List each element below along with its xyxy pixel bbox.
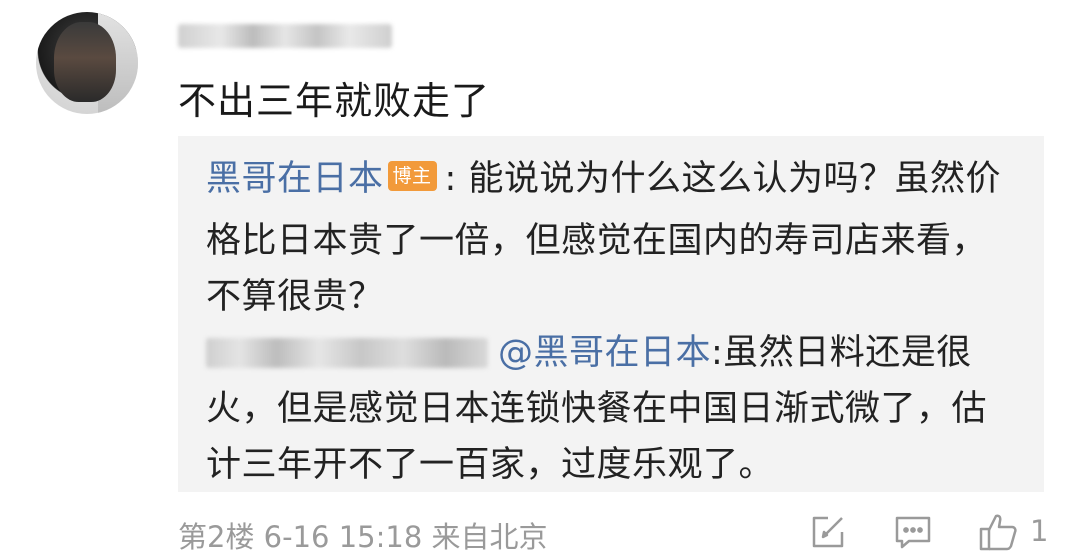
reply-line-1: 黑哥在日本 博主: 能说说为什么这么认为吗？虽然价: [206, 150, 1001, 201]
reply-text-part: : 能说说为什么这么认为吗？虽然价: [444, 159, 1001, 199]
comment-date: 6-16 15:18: [263, 520, 423, 554]
reply-line-4: @黑哥在日本:虽然日料还是很: [206, 324, 972, 375]
user-avatar[interactable]: [36, 12, 138, 114]
reply-line-2: 格比日本贵了一倍，但感觉在国内的寿司店来看，: [206, 221, 988, 261]
like-count: 1: [1030, 514, 1049, 548]
comment-meta: 第2楼 6-16 15:18 来自北京: [178, 514, 548, 556]
reply-line-3: 不算很贵？: [206, 277, 384, 317]
reply-thread: 黑哥在日本 博主: 能说说为什么这么认为吗？虽然价 格比日本贵了一倍，但感觉在国内…: [178, 136, 1044, 492]
floor-number: 第2楼: [178, 520, 255, 554]
reply-line-5: 火，但是感觉日本连锁快餐在中国日渐式微了，估: [206, 389, 988, 429]
comment-text: 不出三年就败走了: [178, 79, 491, 123]
mention-link[interactable]: @黑哥在日本: [498, 333, 711, 373]
reply-line-6: 计三年开不了一百家，过度乐观了。: [206, 445, 775, 485]
blogger-badge: 博主: [387, 161, 437, 191]
reply-author-link[interactable]: 黑哥在日本: [206, 159, 384, 199]
second-username-blurred[interactable]: [206, 338, 488, 368]
avatar-face: [54, 22, 116, 102]
comment-icon[interactable]: [893, 512, 933, 552]
reply-text-part: :虽然日料还是很: [711, 333, 972, 373]
comment-source: 来自北京: [431, 520, 548, 554]
thumbs-up-icon[interactable]: [978, 512, 1018, 552]
edit-icon[interactable]: [808, 512, 848, 552]
username-blurred[interactable]: [178, 24, 392, 48]
